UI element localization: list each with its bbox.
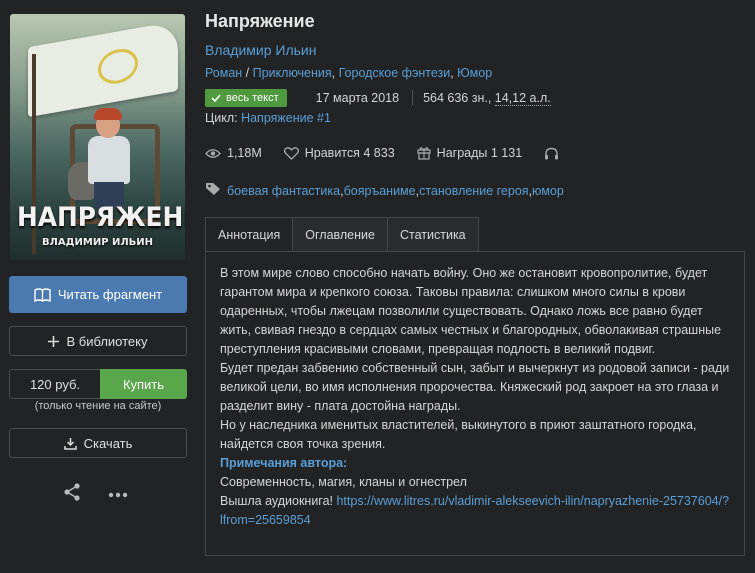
- tag-link[interactable]: юмор: [532, 184, 564, 198]
- genre-separator: /: [242, 66, 253, 80]
- check-icon: [211, 93, 221, 102]
- tag-link[interactable]: бояръаниме: [344, 184, 416, 198]
- genre-link-adventure[interactable]: Приключения: [253, 66, 332, 80]
- add-to-library-button[interactable]: В библиотеку: [9, 326, 187, 356]
- tag-link[interactable]: становление героя: [419, 184, 528, 198]
- buy-row: 120 руб. Купить: [9, 369, 187, 399]
- headphones-icon: [545, 147, 559, 159]
- genre-separator: ,: [331, 66, 339, 80]
- stats-row: 1,18M Нравится 4 833 Награды 1 131: [205, 146, 587, 160]
- tab-statistics[interactable]: Статистика: [386, 217, 479, 252]
- views-count: 1,18M: [227, 146, 262, 160]
- full-text-label: весь текст: [226, 91, 279, 104]
- cycle-label: Цикл:: [205, 111, 242, 125]
- cover-flag: [28, 20, 178, 118]
- author-notes-line: Современность, магия, кланы и огнестрел: [220, 475, 467, 489]
- tab-contents[interactable]: Оглавление: [292, 217, 388, 252]
- tag-link[interactable]: боевая фантастика: [227, 184, 340, 198]
- annotation-paragraph: Будет предан забвению собственный сын, з…: [220, 361, 730, 413]
- annotation-paragraph: Но у наследника именитых властителей, вы…: [220, 418, 697, 451]
- eye-icon: [205, 148, 221, 158]
- likes-stat[interactable]: Нравится 4 833: [283, 146, 395, 160]
- book-size-al: 14,12 а.л.: [494, 90, 551, 106]
- annotation-paragraph: В этом мире слово способно начать войну.…: [220, 266, 722, 356]
- book-size-chars: 564 636 зн.,: [423, 90, 495, 105]
- more-icon[interactable]: [108, 486, 128, 501]
- publish-date: 17 марта 2018: [315, 90, 400, 105]
- tag-list: боевая фантастика, бояръаниме, становлен…: [205, 182, 564, 199]
- page-title: Напряжение: [205, 11, 315, 31]
- genre-link-novel[interactable]: Роман: [205, 66, 242, 80]
- book-cover[interactable]: НАПРЯЖЕНИЕ ВЛАДИМИР ИЛЬИН: [10, 14, 185, 260]
- genre-list: Роман / Приключения, Городское фэнтези, …: [205, 66, 492, 80]
- share-icon[interactable]: [62, 482, 82, 505]
- author-notes-line: Вышла аудиокнига! https://www.litres.ru/…: [220, 492, 730, 530]
- likes-count: Нравится 4 833: [304, 146, 395, 160]
- cycle-info: Цикл: Напряжение #1: [205, 111, 331, 125]
- add-to-library-label: В библиотеку: [66, 333, 148, 349]
- download-icon: [63, 437, 77, 450]
- price-label: 120 руб.: [9, 369, 100, 399]
- tag-icon: [205, 182, 222, 199]
- gift-icon: [417, 147, 431, 160]
- meta-row: весь текст 17 марта 2018 564 636 зн., 14…: [205, 88, 551, 107]
- buy-note: (только чтение на сайте): [34, 400, 162, 412]
- cover-author: ВЛАДИМИР ИЛЬИН: [41, 237, 154, 248]
- heart-icon: [283, 146, 299, 160]
- audiobook-text: Вышла аудиокнига!: [220, 494, 337, 508]
- author-link[interactable]: Владимир Ильин: [205, 42, 316, 58]
- divider: [412, 90, 414, 105]
- buy-button[interactable]: Купить: [100, 369, 187, 399]
- full-text-badge: весь текст: [205, 88, 287, 107]
- awards-stat[interactable]: Награды 1 131: [417, 146, 522, 160]
- tab-bar: Аннотация Оглавление Статистика: [205, 217, 479, 252]
- genre-link-humor[interactable]: Юмор: [457, 66, 492, 80]
- author-notes-title: Примечания автора:: [220, 456, 348, 470]
- read-fragment-label: Читать фрагмент: [57, 287, 163, 302]
- views-stat: 1,18M: [205, 146, 262, 160]
- cover-title: НАПРЯЖЕНИЕ: [17, 202, 185, 233]
- book-size: 564 636 зн., 14,12 а.л.: [423, 90, 551, 106]
- tab-annotation[interactable]: Аннотация: [205, 217, 294, 252]
- cycle-link[interactable]: Напряжение #1: [241, 111, 331, 125]
- audio-stat[interactable]: [544, 147, 565, 160]
- download-label: Скачать: [83, 435, 133, 451]
- cover-boy-body: [88, 136, 130, 184]
- annotation-panel: В этом мире слово способно начать войну.…: [205, 251, 745, 556]
- read-fragment-button[interactable]: Читать фрагмент: [9, 276, 187, 313]
- plus-icon: [48, 335, 60, 347]
- download-button[interactable]: Скачать: [9, 428, 187, 458]
- genre-link-urban-fantasy[interactable]: Городское фэнтези: [339, 66, 451, 80]
- cover-boy-hair: [94, 108, 122, 120]
- awards-count: Награды 1 131: [436, 146, 523, 160]
- book-icon: [34, 287, 51, 302]
- share-row: [62, 482, 128, 505]
